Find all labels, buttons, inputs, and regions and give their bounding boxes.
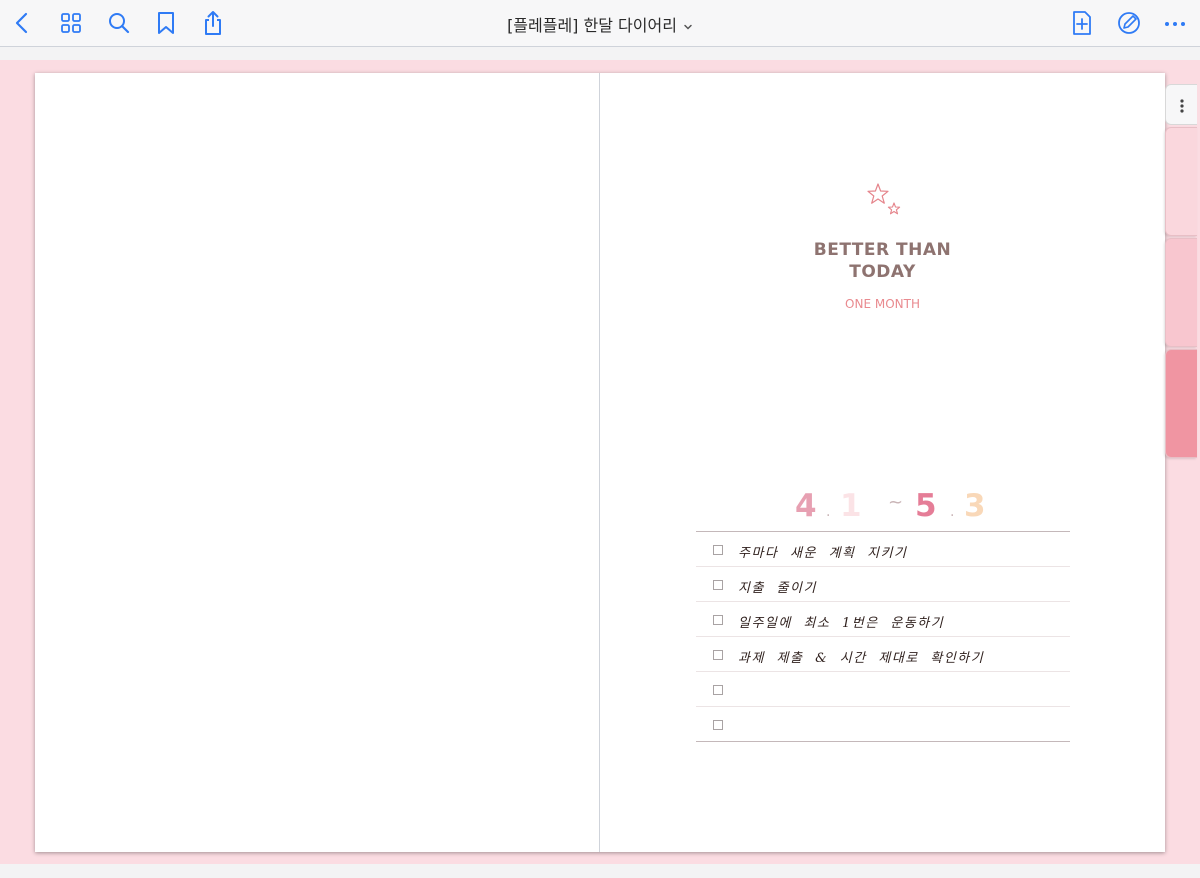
- end-month: 5: [915, 488, 937, 524]
- goal-checkbox[interactable]: [713, 580, 723, 590]
- goal-checkbox[interactable]: [713, 615, 723, 625]
- goal-row: [696, 672, 1070, 707]
- goal-checkbox[interactable]: [713, 685, 723, 695]
- goal-checklist: 주마다 새운 계획 지키기 지출 줄이기 일주일에 최소 1번은 운동하기 과제…: [696, 531, 1070, 742]
- toolbar-gap: [0, 47, 1200, 60]
- goal-row: 일주일에 최소 1번은 운동하기: [696, 602, 1070, 637]
- section-tab-1[interactable]: [1165, 127, 1197, 236]
- section-tab-2[interactable]: [1165, 238, 1197, 347]
- end-day: 3: [964, 488, 986, 524]
- add-page-button[interactable]: [1069, 10, 1095, 36]
- top-toolbar: [플레플레] 한달 다이어리: [0, 0, 1200, 47]
- document-title: [플레플레] 한달 다이어리: [507, 16, 677, 35]
- more-button[interactable]: [1162, 10, 1188, 36]
- goal-checkbox[interactable]: [713, 650, 723, 660]
- vertical-ellipsis-icon: [1180, 99, 1184, 113]
- subheading: ONE MONTH: [845, 297, 920, 311]
- document-title-menu[interactable]: [플레플레] 한달 다이어리: [0, 12, 1200, 36]
- goal-checkbox[interactable]: [713, 720, 723, 730]
- stars-icon: [862, 181, 908, 221]
- date-range: 4 . 1 ~ 5 . 3: [600, 486, 1165, 526]
- goal-checkbox[interactable]: [713, 545, 723, 555]
- headline-line-1: BETTER THAN: [813, 240, 952, 260]
- add-page-icon: [1073, 11, 1091, 35]
- goal-text[interactable]: 일주일에 최소 1번은 운동하기: [738, 612, 944, 631]
- end-separator: .: [950, 504, 955, 520]
- page-spread[interactable]: BETTER THAN TODAY ONE MONTH 4 . 1 ~ 5 . …: [35, 73, 1165, 852]
- goal-row: 주마다 새운 계획 지키기: [696, 532, 1070, 567]
- tab-menu-button[interactable]: [1165, 84, 1197, 125]
- bottom-bar: [0, 864, 1200, 878]
- headline-line-2: TODAY: [849, 262, 916, 282]
- left-page[interactable]: [35, 73, 600, 852]
- right-page[interactable]: BETTER THAN TODAY ONE MONTH 4 . 1 ~ 5 . …: [600, 73, 1165, 852]
- start-separator: .: [826, 504, 831, 520]
- goal-row: 지출 줄이기: [696, 567, 1070, 602]
- start-month: 4: [795, 488, 817, 524]
- more-icon: [1165, 22, 1185, 26]
- chevron-down-icon: [683, 22, 693, 32]
- goal-row: 과제 제출 & 시간 제대로 확인하기: [696, 637, 1070, 672]
- pen-icon: [1118, 12, 1140, 34]
- goal-row: [696, 707, 1070, 742]
- section-tab-3[interactable]: [1165, 349, 1197, 458]
- goal-text[interactable]: 주마다 새운 계획 지키기: [738, 542, 908, 561]
- markup-button[interactable]: [1116, 10, 1142, 36]
- start-day: 1: [840, 488, 862, 524]
- goal-text[interactable]: 지출 줄이기: [738, 577, 817, 596]
- goal-text[interactable]: 과제 제출 & 시간 제대로 확인하기: [738, 647, 984, 666]
- range-tilde: ~: [888, 492, 904, 513]
